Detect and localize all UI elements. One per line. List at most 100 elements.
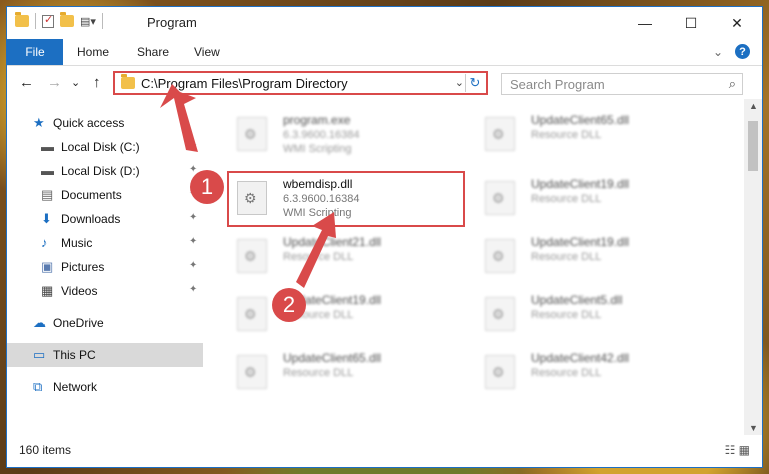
search-input[interactable]: Search Program ⌕ [501, 73, 743, 95]
sidebar-item-music[interactable]: ♪ Music ✦ [7, 231, 203, 255]
dll-file-icon [485, 297, 515, 331]
sidebar-item-label: Local Disk (D:) [61, 164, 140, 178]
sidebar-item-local-disk-c[interactable]: ▬ Local Disk (C:) ✦ [7, 135, 203, 159]
pin-icon: ✦ [189, 212, 198, 223]
scroll-down-icon[interactable]: ▼ [749, 423, 758, 433]
new-folder-icon[interactable] [60, 12, 74, 27]
step-marker-2: 2 [272, 288, 306, 322]
sidebar-item-videos[interactable]: ▦ Videos ✦ [7, 279, 203, 303]
sidebar-item-documents[interactable]: ▤Documents✦ [7, 183, 203, 207]
up-arrow-icon[interactable]: ↑ [93, 74, 101, 91]
file-name: UpdateClient65.dll [531, 113, 630, 127]
file-description: WMI Scripting [283, 207, 352, 219]
file-list: program.exe 6.3.9600.16384 WMI Scripting Up… [207, 99, 739, 435]
download-icon: ⬇ [41, 211, 52, 226]
file-item[interactable]: program.exe 6.3.9600.16384 WMI Scripting [225, 107, 475, 161]
title-bar: ▤▾ Program — ☐ ✕ [7, 7, 762, 39]
file-detail: 6.3.9600.16384 [283, 193, 360, 205]
recent-locations-icon[interactable]: ⌄ [71, 76, 80, 89]
drive-icon: ▬ [41, 139, 54, 154]
minimize-button[interactable]: — [622, 7, 668, 39]
tab-home[interactable]: Home [77, 39, 109, 65]
quick-access-toolbar: ▤▾ [15, 12, 103, 29]
sidebar-item-quick-access[interactable]: ★ Quick access [7, 111, 203, 135]
file-detail: Resource DLL [531, 129, 602, 141]
sidebar-item-pictures[interactable]: ▣ Pictures ✦ [7, 255, 203, 279]
sidebar-item-network[interactable]: ⧉ Network [7, 375, 203, 399]
explorer-window: ▤▾ Program — ☐ ✕ File Home Share View ⌄ … [6, 6, 763, 468]
file-item[interactable]: UpdateClient19.dllResource DLL [473, 229, 723, 283]
maximize-button[interactable]: ☐ [668, 7, 714, 39]
dll-file-icon [485, 117, 515, 151]
file-item[interactable]: UpdateClient19.dllResource DLL [473, 171, 723, 225]
file-item[interactable]: wbemdisp.dll 6.3.9600.16384 WMI Scripting [225, 171, 475, 225]
help-icon[interactable]: ? [735, 44, 750, 59]
close-button[interactable]: ✕ [714, 7, 760, 39]
pictures-icon: ▣ [41, 259, 54, 274]
dll-file-icon [237, 355, 267, 389]
scrollbar-thumb[interactable] [748, 121, 758, 171]
file-name: UpdateClient5.dll [531, 293, 623, 307]
network-icon: ⧉ [33, 379, 43, 394]
status-bar: 160 items ☷ ▦ [7, 435, 762, 465]
file-detail: 6.3.9600.16384 [283, 129, 360, 141]
pin-icon: ✦ [189, 284, 198, 295]
tab-file[interactable]: File [7, 39, 63, 65]
view-toggle-icon[interactable]: ☷ ▦ [725, 443, 750, 457]
file-name: UpdateClient65.dll [283, 351, 382, 365]
file-description: WMI Scripting [283, 143, 352, 155]
file-detail: Resource DLL [531, 367, 602, 379]
file-item[interactable]: UpdateClient21.dll Resource DLL [225, 229, 475, 283]
file-detail: Resource DLL [531, 309, 602, 321]
forward-arrow-icon[interactable]: → [47, 74, 62, 91]
drive-icon: ▬ [41, 163, 54, 178]
file-item[interactable]: UpdateClient65.dll Resource DLL [225, 345, 475, 399]
pin-icon: ✦ [189, 236, 198, 247]
dll-file-icon [485, 239, 515, 273]
dll-file-icon [485, 355, 515, 389]
file-item[interactable]: UpdateClient5.dll Resource DLL [473, 287, 723, 341]
dll-file-icon [237, 181, 267, 215]
file-detail: Resource DLL [283, 251, 354, 263]
sidebar-item-label: Documents [61, 188, 122, 202]
properties-icon[interactable] [42, 13, 54, 28]
file-detail: Resource DLL [283, 367, 354, 379]
sidebar-item-label: Downloads [61, 212, 121, 226]
sidebar-item-label: Videos [61, 284, 98, 298]
tab-view[interactable]: View [194, 39, 220, 65]
scroll-up-icon[interactable]: ▲ [749, 101, 758, 111]
sidebar-item-local-disk-d[interactable]: ▬ Local Disk (D:) ✦ [7, 159, 203, 183]
window-title: Program [147, 15, 197, 30]
tab-share[interactable]: Share [137, 39, 169, 65]
sidebar-item-label: OneDrive [53, 316, 104, 330]
customize-toolbar-icon[interactable]: ▤▾ [80, 15, 96, 28]
file-detail: Resource DLL [531, 251, 602, 263]
cloud-icon: ☁ [33, 315, 46, 330]
vertical-scrollbar[interactable]: ▲ ▼ [744, 99, 762, 435]
sidebar-item-label: Music [61, 236, 93, 250]
address-path: C:\Program Files\Program Directory [141, 76, 348, 91]
refresh-icon[interactable]: ↻ [465, 74, 484, 92]
sidebar-item-label: This PC [53, 348, 96, 362]
back-arrow-icon[interactable]: ← [19, 74, 34, 91]
chevron-down-icon[interactable]: ⌄ [455, 76, 464, 89]
file-item[interactable]: UpdateClient42.dll Resource DLL [473, 345, 723, 399]
file-name: UpdateClient42.dll [531, 351, 630, 365]
documents-icon: ▤ [41, 187, 54, 202]
sidebar-item-onedrive[interactable]: ☁ OneDrive [7, 311, 203, 335]
dll-file-icon [485, 181, 515, 215]
address-bar[interactable]: C:\Program Files\Program Directory ⌄ ↻ [113, 71, 488, 95]
search-placeholder: Search Program [510, 77, 605, 92]
videos-icon: ▦ [41, 283, 54, 298]
sidebar-item-label: Pictures [61, 260, 105, 274]
expand-ribbon-icon[interactable]: ⌄ [713, 39, 723, 65]
folder-icon[interactable] [15, 12, 29, 27]
file-item[interactable]: UpdateClient65.dll Resource DLL [473, 107, 723, 161]
file-name: UpdateClient21.dll [283, 235, 382, 249]
sidebar-item-this-pc[interactable]: ▭ This PC [7, 343, 203, 367]
file-name: program.exe [283, 113, 351, 127]
sidebar-item-downloads[interactable]: ⬇ Downloads ✦ [7, 207, 203, 231]
dll-file-icon [237, 297, 267, 331]
sidebar-item-label: Local Disk (C:) [61, 140, 140, 154]
file-item[interactable]: UpdateClient19.dllResource DLL [225, 287, 475, 341]
